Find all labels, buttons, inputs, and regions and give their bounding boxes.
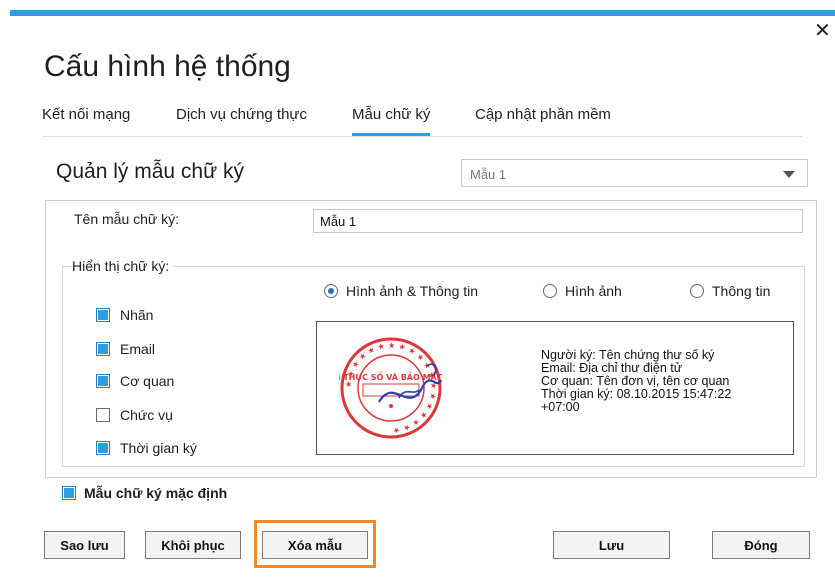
template-name-label: Tên mẫu chữ ký: — [74, 211, 180, 227]
checkbox-position-text: Chức vụ — [120, 407, 173, 423]
radio-info-text: Thông tin — [712, 283, 771, 299]
tab-signature-template[interactable]: Mẫu chữ ký — [352, 106, 431, 136]
checkbox-email[interactable] — [96, 342, 110, 356]
signature-preview: ★ ★ ★ ★ ★ ★ ★ ★ ★ ★ ★ ★ ★ ★ ★ ★ ★ ★ ★ CỤ… — [316, 321, 794, 455]
backup-button[interactable]: Sao lưu — [44, 531, 125, 559]
radio-image[interactable] — [543, 284, 557, 298]
timezone-line: +07:00 — [541, 400, 580, 414]
delete-button-highlight — [254, 520, 376, 568]
checkbox-organization-text: Cơ quan — [120, 373, 175, 389]
close-icon[interactable]: ✕ — [814, 21, 831, 41]
chevron-down-icon — [783, 171, 795, 178]
template-select-value: Mẫu 1 — [470, 167, 507, 182]
checkbox-signing-time-text: Thời gian ký — [120, 440, 197, 456]
checkbox-default-template[interactable] — [62, 486, 76, 500]
signature-info: Người ký: Tên chứng thư số ký Email: Địa… — [541, 349, 731, 414]
display-group-label: Hiển thị chữ ký: — [72, 258, 174, 274]
checkbox-organization[interactable] — [96, 374, 110, 388]
restore-button[interactable]: Khôi phục — [145, 531, 241, 559]
checkbox-signing-time[interactable] — [96, 441, 110, 455]
close-button[interactable]: Đóng — [712, 531, 810, 559]
checkbox-label-text: Nhãn — [120, 307, 154, 323]
default-template-text: Mẫu chữ ký mặc định — [84, 485, 228, 501]
radio-image-info-text: Hình ảnh & Thông tin — [346, 283, 479, 299]
template-name-input[interactable] — [313, 209, 803, 233]
radio-image-info[interactable] — [324, 284, 338, 298]
official-stamp-image: ★ ★ ★ ★ ★ ★ ★ ★ ★ ★ ★ ★ ★ ★ ★ ★ ★ ★ ★ CỤ… — [339, 337, 443, 439]
radio-image-text: Hình ảnh — [565, 283, 622, 299]
radio-info[interactable] — [690, 284, 704, 298]
checkbox-email-text: Email — [120, 341, 156, 357]
checkbox-label[interactable] — [96, 308, 110, 322]
template-select[interactable]: Mẫu 1 — [461, 159, 808, 187]
tab-divider — [42, 136, 802, 137]
tab-software-update[interactable]: Cập nhật phần mềm — [475, 106, 611, 136]
section-title: Quản lý mẫu chữ ký — [56, 160, 244, 183]
save-button[interactable]: Lưu — [553, 531, 670, 559]
checkbox-position[interactable] — [96, 408, 110, 422]
tab-certification-service[interactable]: Dịch vụ chứng thực — [176, 106, 307, 136]
tab-network[interactable]: Kết nối mạng — [42, 106, 130, 136]
dialog-title: Cấu hình hệ thống — [44, 50, 291, 83]
title-bar-accent — [10, 10, 835, 16]
